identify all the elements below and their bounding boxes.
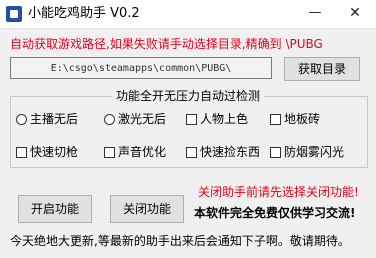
checkbox[interactable] xyxy=(104,147,115,158)
title-bar: 小能吃鸡助手 V0.2 — ✕ xyxy=(0,0,376,29)
option-label: 声音优化 xyxy=(118,145,167,159)
option-anti-smoke-flash[interactable]: 防烟雾闪光 xyxy=(270,145,344,159)
option-character-color[interactable]: 人物上色 xyxy=(186,112,248,126)
main-window: 小能吃鸡助手 V0.2 — ✕ 自动获取游戏路径,如果失败请手动选择目录,精确到… xyxy=(0,0,376,258)
option-quick-switch-gun[interactable]: 快速切枪 xyxy=(16,145,78,159)
option-label: 防烟雾闪光 xyxy=(284,145,345,159)
app-icon xyxy=(6,6,22,22)
radio-button[interactable] xyxy=(16,114,27,125)
checkbox[interactable] xyxy=(186,147,197,158)
options-group-title: 功能全开无压力自动过检测 xyxy=(0,88,376,104)
free-notice-text: 本软件完全免费仅供学习交流! xyxy=(194,206,356,220)
option-streamer-no-recoil[interactable]: 主播无后 xyxy=(16,112,78,126)
checkbox[interactable] xyxy=(270,147,281,158)
game-path-input[interactable] xyxy=(10,57,272,79)
get-directory-button[interactable]: 获取目录 xyxy=(284,57,360,81)
option-sound-optimize[interactable]: 声音优化 xyxy=(104,145,166,159)
option-label: 地板砖 xyxy=(284,112,321,126)
path-hint-text: 自动获取游戏路径,如果失败请手动选择目录,精确到 \PUBG xyxy=(10,37,323,51)
start-function-button[interactable]: 开启功能 xyxy=(18,195,92,223)
checkbox[interactable] xyxy=(270,114,281,125)
option-label: 人物上色 xyxy=(200,112,249,126)
minimize-button[interactable]: — xyxy=(300,0,330,28)
radio-button[interactable] xyxy=(104,114,115,125)
option-label: 快速切枪 xyxy=(30,145,79,159)
footer-notice: 今天绝地大更新,等最新的助手出来后会通知下子啊。敬请期待。 xyxy=(10,234,350,248)
option-label: 激光无后 xyxy=(118,112,167,126)
stop-function-button[interactable]: 关闭功能 xyxy=(110,195,184,223)
close-warning-text: 关闭助手前请先选择关闭功能! xyxy=(198,185,359,199)
option-floor-tile[interactable]: 地板砖 xyxy=(270,112,320,126)
option-label: 快速捡东西 xyxy=(200,145,261,159)
close-button[interactable]: ✕ xyxy=(340,0,370,28)
option-laser-no-recoil[interactable]: 激光无后 xyxy=(104,112,166,126)
checkbox[interactable] xyxy=(186,114,197,125)
option-quick-loot[interactable]: 快速捡东西 xyxy=(186,145,260,159)
option-label: 主播无后 xyxy=(30,112,79,126)
checkbox[interactable] xyxy=(16,147,27,158)
options-title-text: 功能全开无压力自动过检测 xyxy=(111,89,264,103)
window-title: 小能吃鸡助手 V0.2 xyxy=(28,6,140,21)
